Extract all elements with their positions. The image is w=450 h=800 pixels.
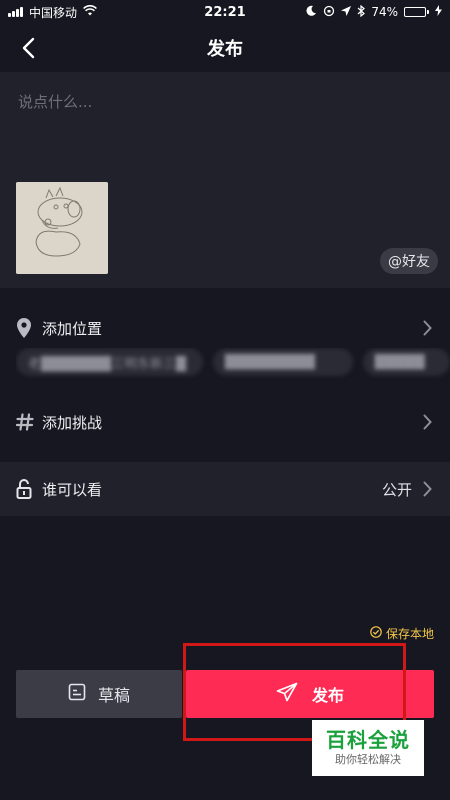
save-local-checkbox[interactable]: 保存本地 xyxy=(370,625,434,642)
publish-label: 发布 xyxy=(311,686,344,705)
page-title: 发布 xyxy=(207,39,243,60)
battery-percent: 74% xyxy=(371,5,398,19)
location-pin-icon xyxy=(16,318,38,338)
chevron-right-icon xyxy=(420,414,434,430)
wifi-icon xyxy=(83,5,97,19)
draft-label: 草稿 xyxy=(97,686,130,705)
chevron-right-icon xyxy=(420,320,434,336)
visibility-row[interactable]: 谁可以看 公开 xyxy=(0,462,450,516)
status-right: 74% xyxy=(306,4,442,20)
check-circle-icon xyxy=(370,626,382,641)
chevron-right-icon xyxy=(420,481,434,497)
location-suggestion-chip[interactable]: 老███████三明东新三█ xyxy=(16,348,203,376)
location-suggestion-chip[interactable]: █████████ xyxy=(212,348,353,376)
save-local-label: 保存本地 xyxy=(385,627,434,641)
paper-plane-icon xyxy=(276,682,298,706)
mention-friend-button[interactable]: @好友 xyxy=(380,248,438,274)
location-arrow-icon xyxy=(341,5,352,19)
status-left: 中国移动 xyxy=(8,4,97,21)
add-challenge-label: 添加挑战 xyxy=(42,413,103,432)
mention-friend-label: @好友 xyxy=(388,254,430,270)
battery-icon xyxy=(404,7,429,17)
charging-icon xyxy=(435,5,442,19)
unlock-icon xyxy=(16,479,38,499)
back-button[interactable] xyxy=(14,34,42,62)
moon-icon xyxy=(306,5,317,19)
draft-box-icon xyxy=(68,683,86,705)
orientation-lock-icon xyxy=(323,5,335,20)
watermark-main: 百科全说 xyxy=(326,728,410,752)
location-suggestion-chip[interactable]: █████ xyxy=(362,348,450,376)
bluetooth-icon xyxy=(357,4,366,20)
peppa-sketch-image xyxy=(16,182,108,274)
status-bar: 中国移动 22:21 74% xyxy=(0,0,450,24)
draft-button[interactable]: 草稿 xyxy=(16,670,182,718)
publish-screen: 中国移动 22:21 74% 发布 说点什么... @好友 添加位置 老████… xyxy=(0,0,450,800)
caption-input[interactable] xyxy=(16,86,430,118)
watermark-logo: 百科全说 助你轻松解决 xyxy=(312,720,424,776)
publish-button[interactable]: 发布 xyxy=(186,670,434,718)
chevron-left-icon xyxy=(22,37,35,59)
signal-icon xyxy=(8,7,23,17)
location-suggestions: 老███████三明东新三█ █████████ █████ xyxy=(16,348,450,382)
hashtag-icon xyxy=(16,413,38,431)
visibility-value: 公开 xyxy=(381,480,412,499)
video-thumbnail[interactable] xyxy=(16,182,108,274)
caption-panel: @好友 xyxy=(0,72,450,288)
nav-bar: 发布 xyxy=(0,24,450,72)
add-location-label: 添加位置 xyxy=(42,319,103,338)
watermark-sub: 助你轻松解决 xyxy=(335,753,401,766)
add-challenge-row[interactable]: 添加挑战 xyxy=(0,394,450,450)
visibility-label: 谁可以看 xyxy=(42,480,103,499)
carrier-label: 中国移动 xyxy=(29,5,78,20)
